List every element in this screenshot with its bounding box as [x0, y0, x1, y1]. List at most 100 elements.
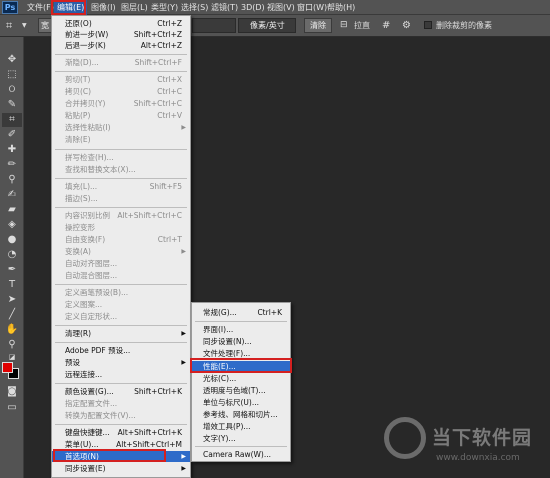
menu-item-keyboard-shortcuts[interactable]: 键盘快捷键... Alt+Shift+Ctrl+K	[52, 427, 190, 438]
unit-select[interactable]: 像素/英寸	[250, 18, 300, 33]
menu-item-clear[interactable]: 清除(E)	[52, 134, 190, 145]
screen-mode-icon[interactable]: ▭	[2, 401, 22, 415]
item-shortcut: Ctrl+T	[157, 235, 182, 244]
submenu-item-interface[interactable]: 界面(I)...	[192, 324, 290, 335]
menu-view[interactable]: 视图(V)	[264, 0, 298, 15]
menu-item-convert-to-profile[interactable]: 转换为配置文件(V)...	[52, 410, 190, 421]
menu-item-fill[interactable]: 填充(L)... Shift+F5	[52, 181, 190, 192]
menu-item-find-replace[interactable]: 查找和替换文本(X)...	[52, 164, 190, 175]
history-brush-tool-icon[interactable]: ✍	[2, 188, 22, 202]
crop-tool-icon[interactable]: ⌗	[2, 113, 22, 127]
foreground-color-swatch[interactable]	[2, 362, 13, 373]
resolution-field[interactable]	[192, 18, 236, 33]
delete-cropped-label: 删除裁剪的像素	[436, 21, 492, 30]
gear-icon[interactable]: ⚙	[402, 18, 414, 33]
menu-image[interactable]: 图像(I)	[88, 0, 119, 15]
submenu-item-guides-grid-slices[interactable]: 参考线、网格和切片...	[192, 409, 290, 420]
menu-item-copy[interactable]: 拷贝(C) Ctrl+C	[52, 86, 190, 97]
item-label: Camera Raw(W)...	[203, 450, 272, 459]
submenu-item-general[interactable]: 常规(G)... Ctrl+K	[192, 307, 290, 318]
tools-panel: ✥ ⬚ ଠ ✎ ⌗ ✐ ✚ ✏ ⚲ ✍ ▰ ◈ ● ◔ ✒ T ➤ ╱ ✋ ⚲ …	[0, 37, 24, 478]
submenu-item-plugins[interactable]: 增效工具(P)...	[192, 421, 290, 432]
blur-tool-icon[interactable]: ●	[2, 233, 22, 247]
straighten-icon[interactable]: ⊟	[340, 18, 352, 33]
clear-button[interactable]: 清除	[304, 18, 332, 33]
submenu-item-cursors[interactable]: 光标(C)...	[192, 373, 290, 384]
menu-filter[interactable]: 滤镜(T)	[208, 0, 241, 15]
item-label: 粘贴(P)	[65, 111, 91, 120]
move-tool-icon[interactable]: ✥	[2, 53, 22, 67]
eraser-tool-icon[interactable]: ▰	[2, 203, 22, 217]
item-label: 透明度与色域(T)...	[203, 386, 266, 395]
menu-item-undo[interactable]: 还原(O) Ctrl+Z	[52, 18, 190, 29]
menu-item-remote-connections[interactable]: 远程连接...	[52, 369, 190, 380]
quick-mask-icon[interactable]: ◙	[2, 385, 22, 399]
menu-item-define-brush[interactable]: 定义画笔预设(B)...	[52, 287, 190, 298]
menu-item-free-transform[interactable]: 自由变换(F) Ctrl+T	[52, 234, 190, 245]
hand-tool-icon[interactable]: ✋	[2, 323, 22, 337]
menu-item-adobe-pdf-presets[interactable]: Adobe PDF 预设...	[52, 345, 190, 356]
type-tool-icon[interactable]: T	[2, 278, 22, 292]
submenu-item-file-handling[interactable]: 文件处理(F)...	[192, 348, 290, 359]
menu-file[interactable]: 文件(F)	[24, 0, 57, 15]
shape-tool-icon[interactable]: ╱	[2, 308, 22, 322]
menu-item-transform[interactable]: 变换(A) ▶	[52, 246, 190, 257]
item-label: 界面(I)...	[203, 325, 234, 334]
menu-item-paste-special[interactable]: 选择性粘贴(I) ▶	[52, 122, 190, 133]
healing-brush-tool-icon[interactable]: ✚	[2, 143, 22, 157]
menu-item-auto-blend-layers[interactable]: 自动混合图层...	[52, 270, 190, 281]
menu-edit[interactable]: 编辑(E)	[54, 0, 88, 15]
menu-item-menus[interactable]: 菜单(U)... Alt+Shift+Ctrl+M	[52, 439, 190, 450]
submenu-item-type[interactable]: 文字(Y)...	[192, 433, 290, 444]
crop-icon[interactable]: ⌗	[6, 18, 20, 33]
submenu-item-units-rulers[interactable]: 单位与标尺(U)...	[192, 397, 290, 408]
item-label: Adobe PDF 预设...	[65, 346, 131, 355]
submenu-item-camera-raw[interactable]: Camera Raw(W)...	[192, 449, 290, 460]
pen-tool-icon[interactable]: ✒	[2, 263, 22, 277]
menu-item-content-aware-scale[interactable]: 内容识别比例 Alt+Shift+Ctrl+C	[52, 210, 190, 221]
lasso-tool-icon[interactable]: ଠ	[2, 83, 22, 97]
menu-item-presets[interactable]: 预设 ▶	[52, 357, 190, 368]
menu-item-assign-profile[interactable]: 指定配置文件...	[52, 398, 190, 409]
menu-item-sync-settings[interactable]: 同步设置(E) ▶	[52, 463, 190, 474]
marquee-tool-icon[interactable]: ⬚	[2, 68, 22, 82]
submenu-item-performance[interactable]: 性能(E)...	[192, 361, 290, 372]
menu-item-auto-align-layers[interactable]: 自动对齐图层...	[52, 258, 190, 269]
quick-select-tool-icon[interactable]: ✎	[2, 98, 22, 112]
item-label: 键盘快捷键...	[65, 428, 110, 437]
menu-item-stroke[interactable]: 描边(S)...	[52, 193, 190, 204]
menu-type[interactable]: 类型(Y)	[148, 0, 181, 15]
menu-help[interactable]: 帮助(H)	[324, 0, 358, 15]
menu-item-cut[interactable]: 剪切(T) Ctrl+X	[52, 74, 190, 85]
path-select-tool-icon[interactable]: ➤	[2, 293, 22, 307]
menu-item-puppet-warp[interactable]: 操控变形	[52, 222, 190, 233]
menu-item-spell-check[interactable]: 拼写检查(H)...	[52, 152, 190, 163]
menu-item-define-pattern[interactable]: 定义图案...	[52, 299, 190, 310]
menu-item-paste[interactable]: 粘贴(P) Ctrl+V	[52, 110, 190, 121]
grid-overlay-icon[interactable]: #	[382, 18, 394, 33]
menu-layer[interactable]: 图层(L)	[118, 0, 151, 15]
delete-cropped-checkbox[interactable]	[424, 21, 432, 29]
brush-tool-icon[interactable]: ✏	[2, 158, 22, 172]
menu-item-define-custom-shape[interactable]: 定义自定形状...	[52, 311, 190, 322]
chevron-down-icon[interactable]: ▼	[22, 18, 28, 33]
menu-item-step-forward[interactable]: 前进一步(W) Shift+Ctrl+Z	[52, 29, 190, 40]
menu-item-preferences[interactable]: 首选项(N) ▶	[52, 451, 190, 462]
menu-item-copy-merged[interactable]: 合并拷贝(Y) Shift+Ctrl+C	[52, 98, 190, 109]
dodge-tool-icon[interactable]: ◔	[2, 248, 22, 262]
item-label: 同步设置(N)...	[203, 337, 252, 346]
submenu-arrow-icon: ▶	[181, 453, 186, 460]
clone-stamp-tool-icon[interactable]: ⚲	[2, 173, 22, 187]
paint-bucket-tool-icon[interactable]: ◈	[2, 218, 22, 232]
submenu-item-sync-settings[interactable]: 同步设置(N)...	[192, 336, 290, 347]
menu-select[interactable]: 选择(S)	[178, 0, 211, 15]
menu-item-color-settings[interactable]: 颜色设置(G)... Shift+Ctrl+K	[52, 386, 190, 397]
eyedropper-tool-icon[interactable]: ✐	[2, 128, 22, 142]
item-label: 选择性粘贴(I)	[65, 123, 111, 132]
submenu-item-transparency-gamut[interactable]: 透明度与色域(T)...	[192, 385, 290, 396]
menu-item-purge[interactable]: 清理(R) ▶	[52, 328, 190, 339]
item-label: 光标(C)...	[203, 374, 237, 383]
item-shortcut: Alt+Ctrl+Z	[140, 41, 182, 50]
menu-item-step-backward[interactable]: 后退一步(K) Alt+Ctrl+Z	[52, 40, 190, 51]
menu-item-fade[interactable]: 渐隐(D)... Shift+Ctrl+F	[52, 57, 190, 68]
